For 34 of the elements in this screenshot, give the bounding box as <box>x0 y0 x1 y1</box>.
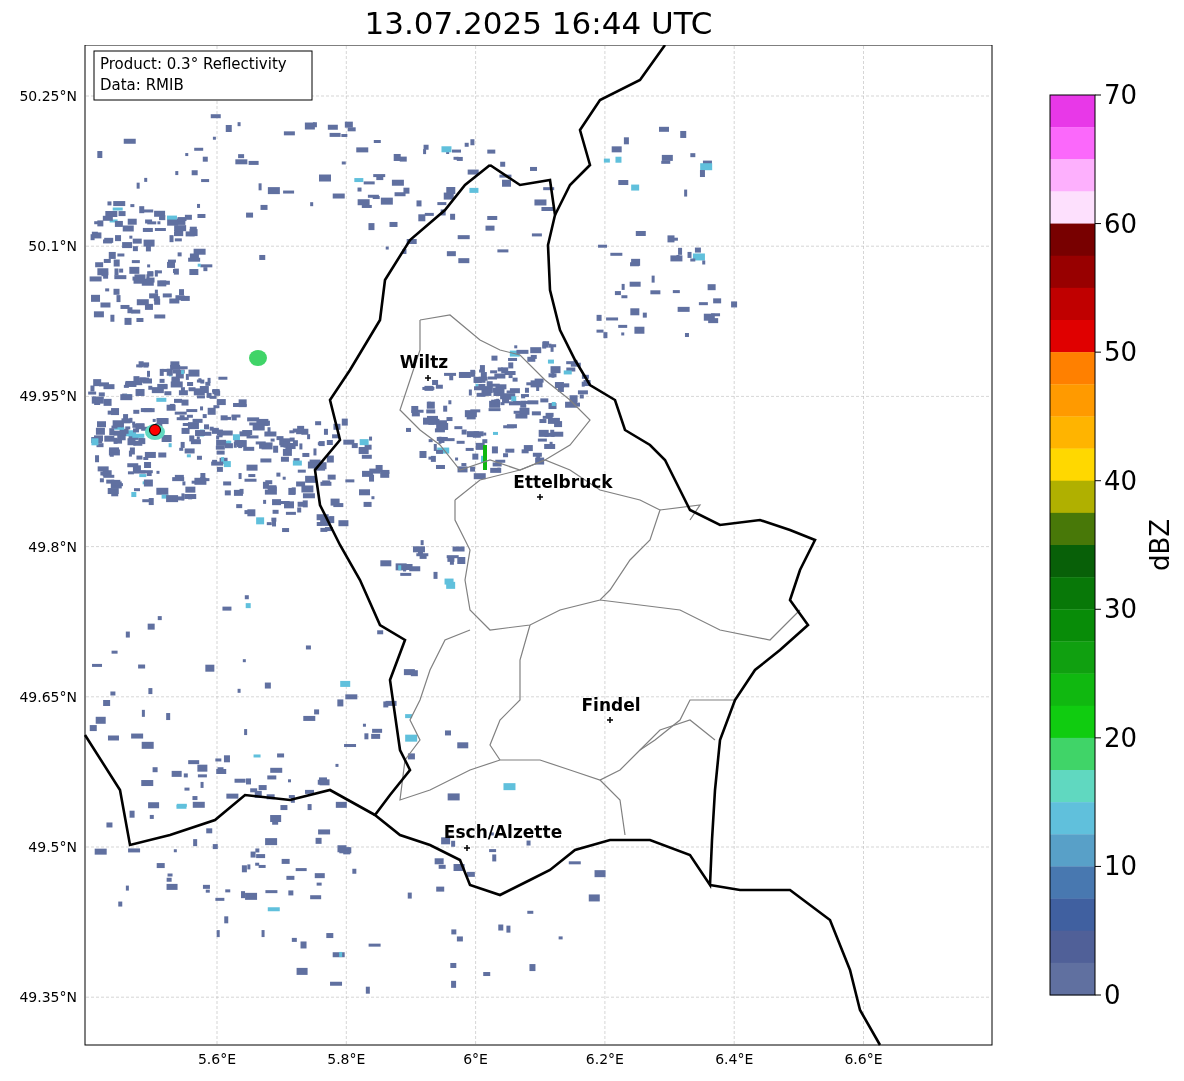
longitude-label: 5.6°E <box>197 1051 237 1067</box>
city-label: Ettelbruck <box>513 472 613 492</box>
longitude-label: 6.2°E <box>585 1051 624 1067</box>
colorbar-tick-label: 10 <box>1104 851 1138 882</box>
colorbar-tick-label: 50 <box>1104 337 1138 368</box>
city-label: Wiltz <box>399 352 449 372</box>
city-marker-icon <box>463 844 471 852</box>
latitude-label: 49.5°N <box>28 839 77 855</box>
colorbar-tick-label: 20 <box>1104 722 1138 753</box>
colorbar-tick-label: 70 <box>1104 80 1138 110</box>
latitude-label: 49.65°N <box>19 688 77 705</box>
longitude-label: 6.6°E <box>844 1051 883 1067</box>
latitude-label: 49.8°N <box>28 538 77 555</box>
colorbar-tick-label: 0 <box>1104 980 1121 1010</box>
latitude-label: 49.95°N <box>19 388 77 405</box>
info-text: Product: 0.3° Reflectivity <box>100 55 287 73</box>
colorbar-tick-label: 60 <box>1104 208 1138 239</box>
colorbar-axis-label: dBZ <box>1145 518 1175 572</box>
city-label: Esch/Alzette <box>443 822 563 842</box>
city-marker-icon <box>606 716 614 724</box>
city-marker-icon <box>536 493 544 501</box>
info-text: Data: RMIB <box>100 76 184 94</box>
radar-site-marker <box>149 424 161 436</box>
colorbar-tick-label: 40 <box>1104 465 1138 496</box>
longitude-label: 6°E <box>463 1051 488 1067</box>
latitude-label: 50.25°N <box>19 88 77 104</box>
colorbar-tick-label: 30 <box>1104 594 1138 625</box>
latitude-label: 49.35°N <box>19 989 77 1006</box>
latitude-label: 50.1°N <box>28 238 77 255</box>
city-marker-icon <box>424 374 432 382</box>
longitude-label: 5.8°E <box>327 1051 366 1067</box>
chart-title: 13.07.2025 16:44 UTC <box>364 4 713 41</box>
city-label: Findel <box>581 695 641 715</box>
longitude-label: 6.4°E <box>715 1051 754 1067</box>
